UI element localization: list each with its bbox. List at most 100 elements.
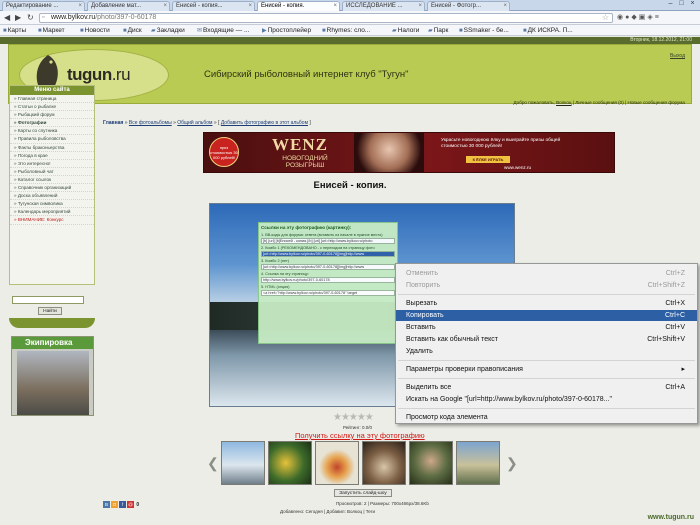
menu-item[interactable]: » Погода в крае bbox=[10, 152, 94, 160]
photo-thumbnail[interactable] bbox=[315, 441, 359, 485]
bookmark[interactable]: ■Диск bbox=[123, 25, 142, 35]
menu-undo[interactable]: Отменить Ctrl+Z bbox=[396, 268, 697, 279]
close-icon[interactable]: × bbox=[503, 2, 507, 11]
menu-spellcheck[interactable]: Параметры проверки правописания ▸ bbox=[396, 364, 697, 375]
menu-item-label: ВНИМАНИЕ: Конкурс bbox=[17, 217, 64, 223]
wenz-banner[interactable]: приз стоимостью 30 000 рублей! WENZ НОВО… bbox=[203, 132, 615, 173]
thumbnail-strip: ❮ ❯ bbox=[207, 441, 518, 487]
menu-item[interactable]: » Факты браконьерства bbox=[10, 144, 94, 152]
close-icon[interactable]: × bbox=[333, 2, 337, 11]
breadcrumb-album[interactable]: Общий альбом bbox=[177, 120, 212, 126]
maximize-icon[interactable]: □ bbox=[676, 0, 687, 7]
browser-tab[interactable]: Добавление мат... × bbox=[87, 1, 170, 11]
menu-icon[interactable]: ≡ bbox=[655, 14, 661, 21]
browser-tab[interactable]: Енисей - копия... × bbox=[172, 1, 255, 11]
menu-item[interactable]: » Тугунская символика bbox=[10, 200, 94, 209]
menu-item[interactable]: » Это интересно! bbox=[10, 160, 94, 168]
menu-search-google[interactable]: Искать на Google "[url=http://www.bylkov… bbox=[396, 394, 697, 405]
bookmark-star-icon[interactable]: ☆ bbox=[602, 14, 609, 22]
get-link[interactable]: Получить ссылку на эту фотографию bbox=[295, 431, 425, 440]
extension-icon[interactable]: ◈ bbox=[647, 14, 654, 21]
mail-share-icon[interactable]: @ bbox=[127, 501, 134, 508]
menu-item-label: Доска объявлений bbox=[17, 193, 58, 199]
bookmark[interactable]: ■SSmaker - бе... bbox=[459, 25, 509, 35]
bookmark[interactable]: ■Маркет bbox=[38, 25, 65, 35]
menu-paste-plain[interactable]: Вставить как обычный текст Ctrl+Shift+V bbox=[396, 334, 697, 345]
menu-redo[interactable]: Повторить Ctrl+Shift+Z bbox=[396, 280, 697, 291]
menu-cut[interactable]: Вырезать Ctrl+X bbox=[396, 298, 697, 309]
menu-item[interactable]: » Главная страница bbox=[10, 95, 94, 104]
menu-item[interactable]: » Правила рыболовства bbox=[10, 135, 94, 144]
bookmark[interactable]: ▰Парк bbox=[428, 25, 449, 35]
site-search-input[interactable] bbox=[12, 296, 84, 304]
menu-item[interactable]: » Доска объявлений bbox=[10, 192, 94, 201]
minimize-icon[interactable]: – bbox=[665, 0, 676, 7]
bookmark-label: Простоплейер bbox=[267, 27, 312, 34]
close-icon[interactable]: × bbox=[163, 2, 167, 11]
menu-delete[interactable]: Удалить bbox=[396, 346, 697, 357]
bookmark[interactable]: ✉Входящие — ... bbox=[197, 25, 249, 35]
menu-item[interactable]: » Рыбацкий форум bbox=[10, 111, 94, 120]
breadcrumb-home[interactable]: Главная bbox=[103, 120, 123, 126]
browser-tab-active[interactable]: Енисей - копия. × bbox=[257, 1, 340, 11]
bookmark-label: Парк bbox=[433, 27, 449, 34]
menu-item-label: Главная страница bbox=[17, 96, 57, 101]
browser-tab[interactable]: Редактирование ... × bbox=[2, 1, 85, 11]
rating-stars[interactable]: ★★★★★ bbox=[333, 412, 374, 423]
menu-item[interactable]: » Карты со спутника bbox=[10, 127, 94, 136]
ok-share-icon[interactable]: О bbox=[111, 501, 118, 508]
search-button[interactable]: Найти bbox=[38, 307, 62, 315]
photo-thumbnail[interactable] bbox=[409, 441, 453, 485]
slideshow-button[interactable]: Запустить слайд-шоу bbox=[334, 489, 392, 497]
close-icon[interactable]: × bbox=[418, 2, 422, 11]
bookmark[interactable]: ▶Простоплейер bbox=[262, 25, 312, 35]
photo-thumbnail[interactable] bbox=[456, 441, 500, 485]
username-link[interactable]: Волкоц bbox=[556, 100, 571, 105]
extension-icon[interactable]: ◆ bbox=[631, 14, 638, 21]
context-menu: Отменить Ctrl+Z Повторить Ctrl+Shift+Z Выр… bbox=[395, 263, 698, 424]
bookmark[interactable]: ■Карты bbox=[3, 25, 26, 35]
vk-share-icon[interactable]: В bbox=[103, 501, 110, 508]
menu-inspect-element[interactable]: Просмотр кода элемента bbox=[396, 412, 697, 423]
bookmark-label: Маркет bbox=[42, 27, 65, 34]
reload-icon[interactable]: ↻ bbox=[27, 13, 34, 22]
facebook-share-icon[interactable]: f bbox=[119, 501, 126, 508]
menu-select-all[interactable]: Выделить все Ctrl+A bbox=[396, 382, 697, 393]
close-window-icon[interactable]: × bbox=[687, 0, 698, 7]
bookmark[interactable]: ▰Закладки bbox=[151, 25, 185, 35]
add-photo-link[interactable]: Добавить фотографию в этот альбом bbox=[221, 120, 308, 126]
menu-item-active[interactable]: » Фотографии bbox=[10, 119, 94, 128]
address-bar[interactable]: ▫ www.bylkov.ru/photo/397-0-60178 ☆ bbox=[39, 13, 613, 23]
prev-arrow-icon[interactable]: ❮ bbox=[207, 455, 219, 472]
logout-link[interactable]: Выход bbox=[670, 53, 685, 59]
equipment-ad[interactable]: Экипировка bbox=[11, 336, 94, 416]
menu-copy[interactable]: Копировать Ctrl+C bbox=[396, 310, 697, 321]
browser-tab[interactable]: Енисей - Фотогр... × bbox=[427, 1, 510, 11]
bookmark[interactable]: ▰Налоги bbox=[392, 25, 419, 35]
tab-label: Добавление мат... bbox=[91, 3, 142, 9]
menu-item-contest[interactable]: » ВНИМАНИЕ: Конкурс bbox=[10, 216, 94, 225]
back-icon[interactable]: ◀ bbox=[4, 13, 10, 22]
menu-item[interactable]: » Статьи о рыбалке bbox=[10, 103, 94, 112]
bookmark[interactable]: ■Rhymes: сло... bbox=[322, 25, 370, 35]
browser-tab[interactable]: ИССЛЕДОВАНИЕ ... × bbox=[342, 1, 425, 11]
menu-paste[interactable]: Вставить Ctrl+V bbox=[396, 322, 697, 333]
photo-links-panel: Ссылки на эту фотографию (картинку): 1. … bbox=[258, 222, 398, 344]
equipment-photo bbox=[17, 351, 89, 415]
banner-button[interactable]: К ЁЛКЕ ИГРАТЬ bbox=[466, 156, 510, 163]
link-field[interactable]: <a href="http://www.bylkov.ru/photo/397-… bbox=[261, 290, 395, 296]
extension-icon[interactable]: ◉ bbox=[617, 14, 625, 21]
close-icon[interactable]: × bbox=[78, 2, 82, 11]
bookmark[interactable]: ■Новости bbox=[80, 25, 110, 35]
breadcrumb-albums[interactable]: Все фотоальбомы bbox=[129, 120, 172, 126]
menu-item[interactable]: » Календарь мероприятий bbox=[10, 208, 94, 217]
close-icon[interactable]: × bbox=[248, 2, 252, 11]
forward-icon[interactable]: ▶ bbox=[15, 13, 21, 22]
photo-thumbnail[interactable] bbox=[362, 441, 406, 485]
photo-thumbnail[interactable] bbox=[221, 441, 265, 485]
photo-thumbnail[interactable] bbox=[268, 441, 312, 485]
menu-item[interactable]: » Рыболовный чат bbox=[10, 168, 94, 176]
user-links[interactable]: | Личные сообщения (0) | Новые сообщения… bbox=[573, 100, 685, 105]
bookmark[interactable]: ■ДК ИСКРА. П... bbox=[523, 25, 573, 35]
next-arrow-icon[interactable]: ❯ bbox=[506, 455, 518, 472]
